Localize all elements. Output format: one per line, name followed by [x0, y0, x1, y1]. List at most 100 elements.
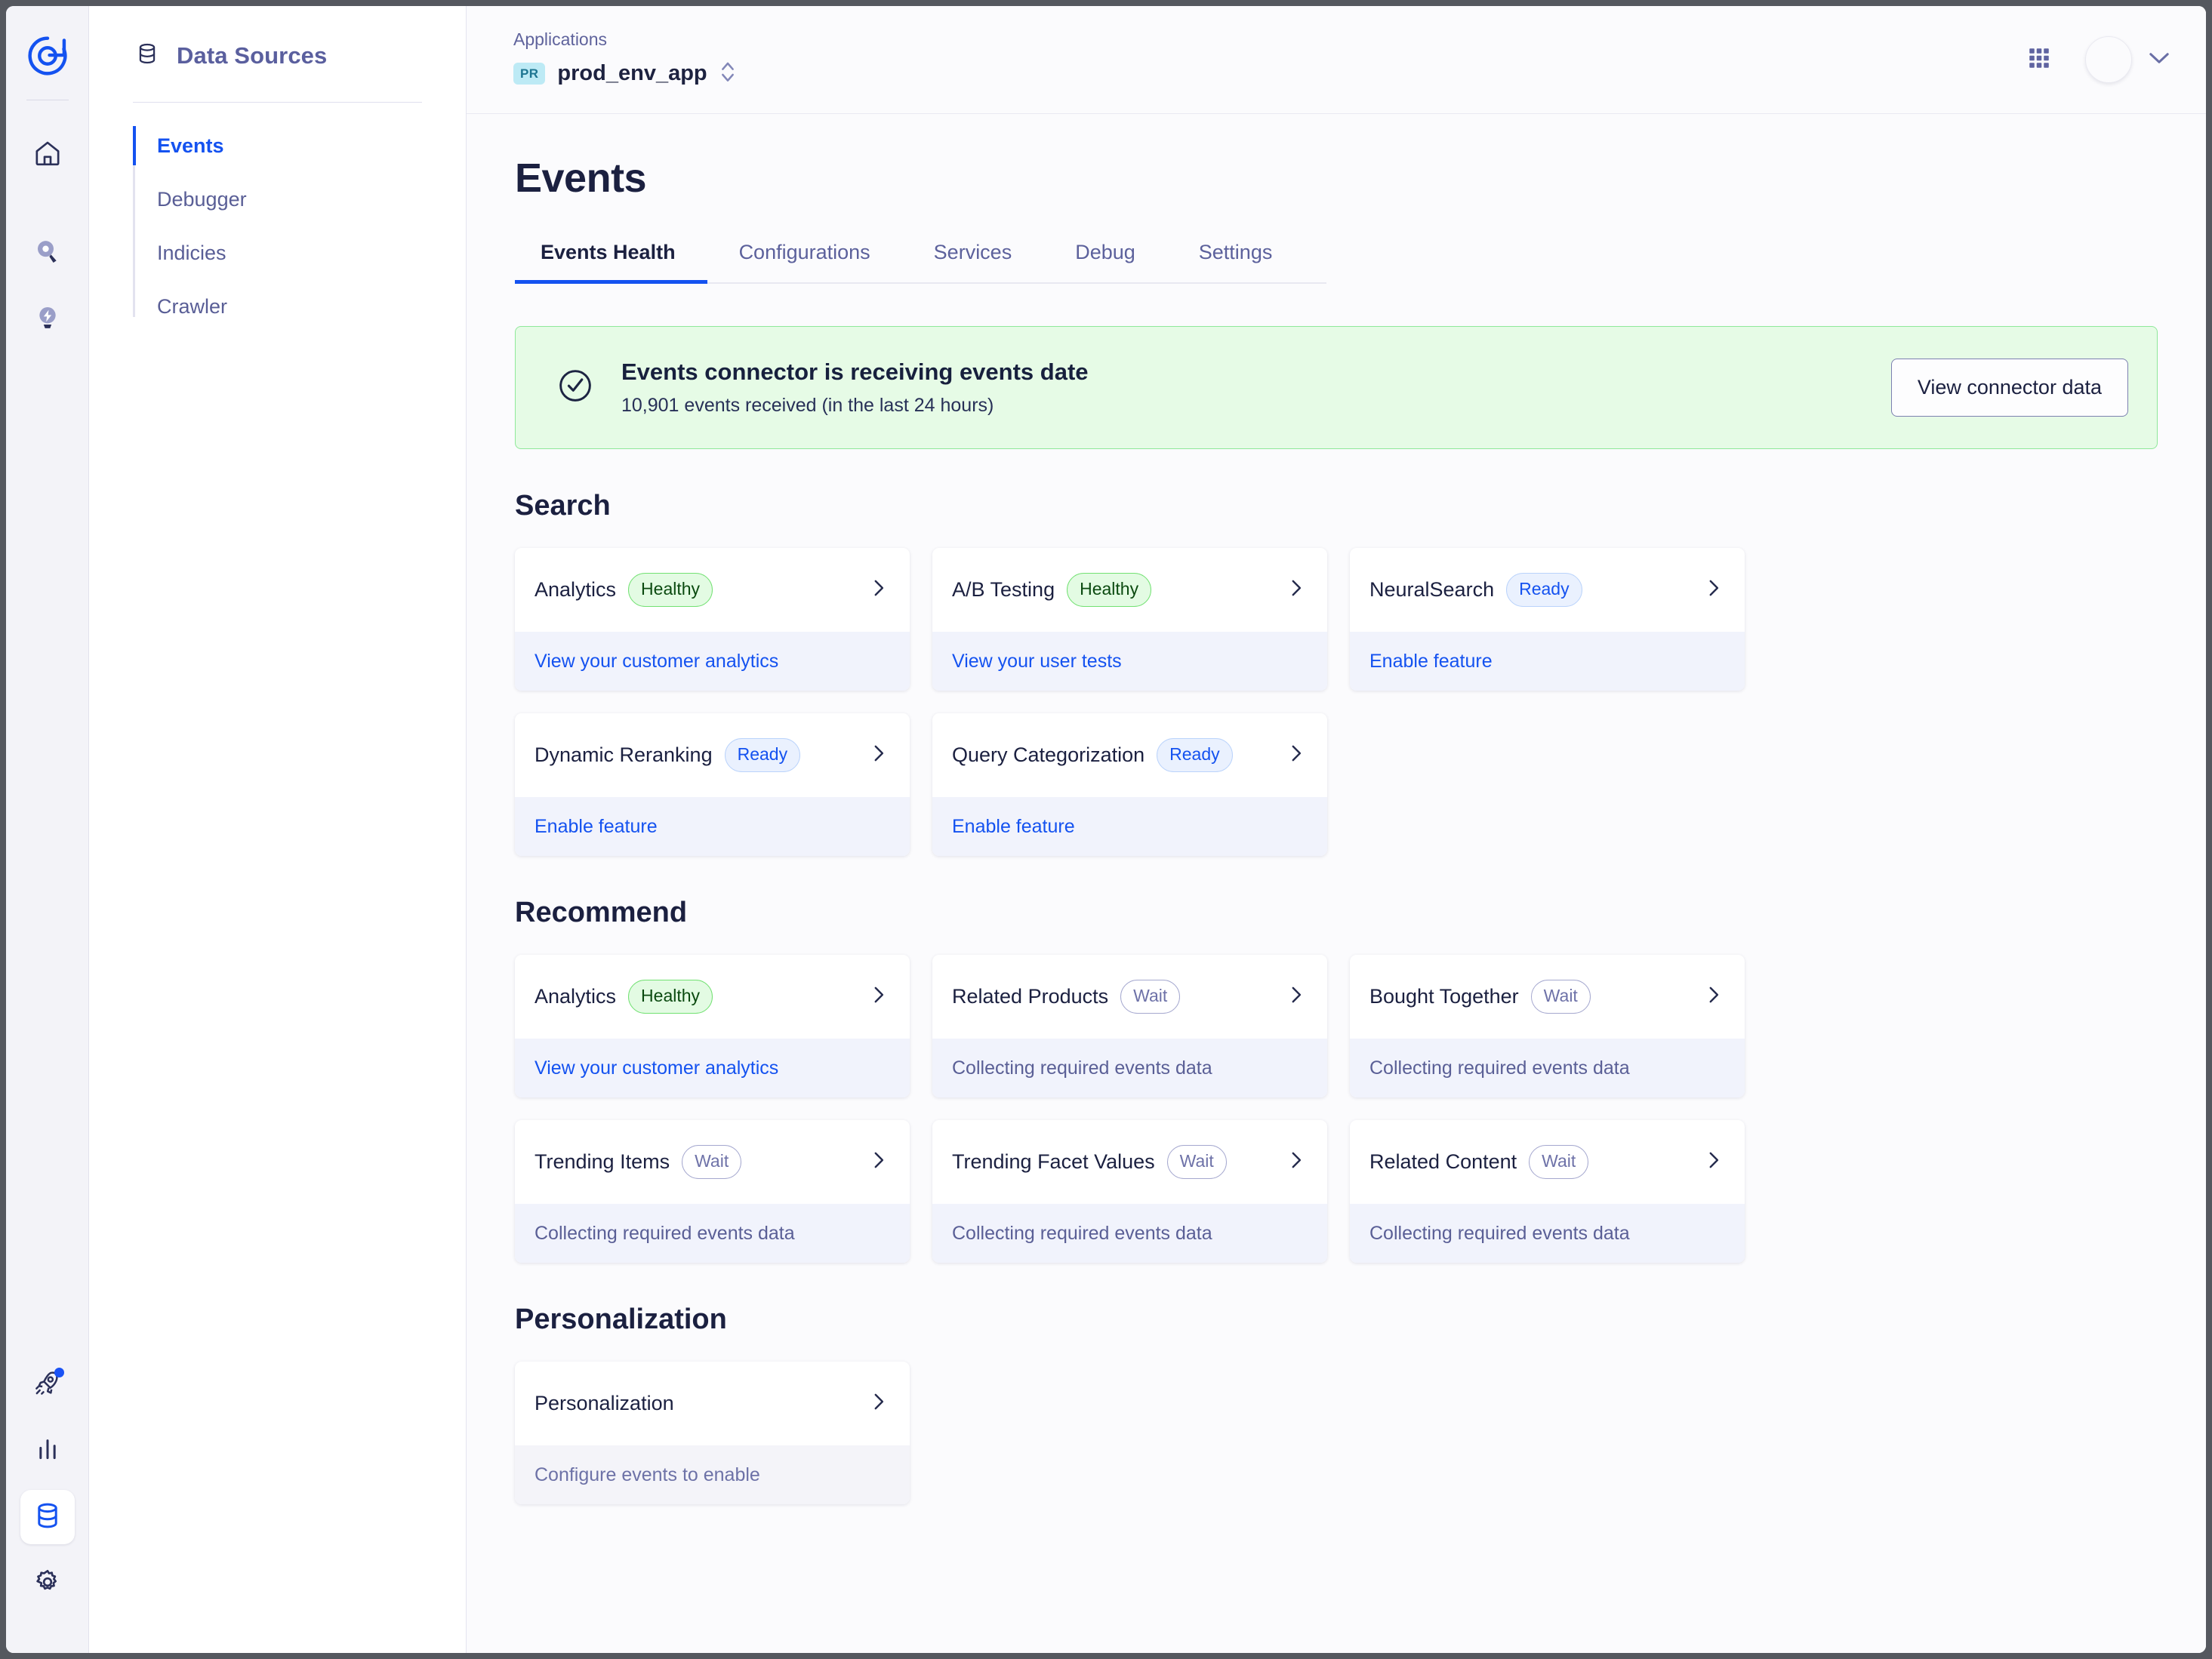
- status-badge: Wait: [1166, 1145, 1227, 1179]
- feature-name: Personalization: [535, 1392, 674, 1414]
- feature-name: Analytics: [535, 578, 617, 601]
- home-icon: [32, 138, 63, 172]
- status-banner: Events connector is receiving events dat…: [515, 326, 2158, 449]
- search-pin-icon: [32, 236, 63, 270]
- feature-name: Trending Facet Values: [952, 1150, 1155, 1173]
- status-badge: Healthy: [628, 980, 713, 1014]
- check-circle-icon: [555, 365, 596, 410]
- status-badge: Wait: [1529, 1145, 1589, 1179]
- sidebar-item-data-sources[interactable]: [20, 1490, 75, 1544]
- feature-card[interactable]: Trending Facet Values Wait Collecting re…: [932, 1120, 1327, 1263]
- nav-title: Data Sources: [177, 42, 328, 69]
- card-footer-link[interactable]: Enable feature: [932, 797, 1327, 856]
- feature-name: Query Categorization: [952, 743, 1145, 766]
- view-connector-data-button[interactable]: View connector data: [1890, 359, 2128, 417]
- status-badge: Ready: [1506, 573, 1582, 607]
- section-title-personalization: Personalization: [515, 1304, 727, 1335]
- tab-services[interactable]: Services: [902, 241, 1044, 282]
- chevron-right-icon[interactable]: [1286, 1150, 1306, 1174]
- main-area: Applications PR prod_env_app Events Even…: [467, 6, 2206, 1653]
- tab-settings[interactable]: Settings: [1167, 241, 1305, 282]
- chevron-up-down-icon[interactable]: [719, 57, 736, 91]
- application-name: prod_env_app: [557, 60, 707, 85]
- tab-bar: Events Health Configurations Services De…: [515, 241, 1326, 284]
- application-selector[interactable]: Applications PR prod_env_app: [513, 29, 736, 91]
- chevron-right-icon[interactable]: [869, 578, 889, 602]
- feature-card[interactable]: Bought Together Wait Collecting required…: [1350, 955, 1745, 1097]
- card-footer-link[interactable]: Enable feature: [1350, 632, 1745, 691]
- nav-list: Events Debugger Indicies Crawler: [89, 126, 466, 317]
- sidebar-item-recommend[interactable]: [20, 292, 75, 346]
- card-grid-personalization: Personalization Configure events to enab…: [515, 1362, 2158, 1504]
- database-icon: [32, 1500, 63, 1535]
- chevron-right-icon[interactable]: [1286, 743, 1306, 767]
- feature-card[interactable]: Related Products Wait Collecting require…: [932, 955, 1327, 1097]
- feature-name: Trending Items: [535, 1150, 670, 1173]
- sidebar-item-launch[interactable]: [20, 1357, 75, 1411]
- chevron-right-icon[interactable]: [1704, 1150, 1724, 1174]
- feature-card[interactable]: Query Categorization Ready Enable featur…: [932, 713, 1327, 856]
- sidebar-item-settings[interactable]: [20, 1556, 75, 1611]
- chevron-right-icon[interactable]: [869, 1150, 889, 1174]
- sidebar-item-analytics[interactable]: [20, 1424, 75, 1478]
- bar-chart-icon: [32, 1434, 63, 1468]
- card-footer-status: Configure events to enable: [515, 1445, 910, 1504]
- tab-events-health[interactable]: Events Health: [515, 241, 707, 284]
- card-grid-recommend: Analytics Healthy View your customer ana…: [515, 955, 2158, 1263]
- card-footer-status: Collecting required events data: [1350, 1204, 1745, 1263]
- chevron-right-icon[interactable]: [1286, 578, 1306, 602]
- feature-name: Related Content: [1369, 1150, 1517, 1173]
- account-menu[interactable]: [2085, 36, 2170, 83]
- lightbulb-icon: [32, 303, 63, 337]
- icon-rail: [6, 6, 89, 1653]
- sidebar-item-crawler[interactable]: Crawler: [133, 297, 466, 317]
- chevron-right-icon[interactable]: [869, 1392, 889, 1415]
- feature-card[interactable]: A/B Testing Healthy View your user tests: [932, 548, 1327, 691]
- feature-name: Related Products: [952, 985, 1109, 1008]
- top-bar: Applications PR prod_env_app: [467, 6, 2206, 114]
- algolia-logo-icon[interactable]: [26, 35, 69, 77]
- sidebar-item-home[interactable]: [20, 128, 75, 182]
- status-badge: Healthy: [1067, 573, 1152, 607]
- tab-configurations[interactable]: Configurations: [707, 241, 902, 282]
- chevron-right-icon[interactable]: [1704, 985, 1724, 1008]
- feature-card[interactable]: Analytics Healthy View your customer ana…: [515, 548, 910, 691]
- card-footer-link[interactable]: View your customer analytics: [515, 632, 910, 691]
- feature-card[interactable]: Personalization Configure events to enab…: [515, 1362, 910, 1504]
- apps-grid-icon[interactable]: [2026, 45, 2052, 75]
- database-icon: [134, 41, 160, 70]
- status-badge: Healthy: [628, 573, 713, 607]
- feature-name: Analytics: [535, 985, 617, 1008]
- card-footer-status: Collecting required events data: [932, 1204, 1327, 1263]
- card-footer-link[interactable]: View your user tests: [932, 632, 1327, 691]
- sidebar-item-events[interactable]: Events: [133, 126, 466, 165]
- sidebar-item-indicies[interactable]: Indicies: [133, 243, 466, 263]
- feature-card[interactable]: Analytics Healthy View your customer ana…: [515, 955, 910, 1097]
- card-footer-status: Collecting required events data: [515, 1204, 910, 1263]
- status-badge: Wait: [1120, 980, 1181, 1014]
- avatar: [2085, 36, 2132, 83]
- page-content: Events Events Health Configurations Serv…: [467, 114, 2206, 1653]
- feature-card[interactable]: Related Content Wait Collecting required…: [1350, 1120, 1745, 1263]
- feature-card[interactable]: Dynamic Reranking Ready Enable feature: [515, 713, 910, 856]
- feature-name: NeuralSearch: [1369, 578, 1495, 601]
- tab-debug[interactable]: Debug: [1043, 241, 1167, 282]
- chevron-right-icon[interactable]: [869, 985, 889, 1008]
- status-badge: Wait: [682, 1145, 742, 1179]
- feature-name: A/B Testing: [952, 578, 1055, 601]
- status-badge: Ready: [1157, 738, 1233, 772]
- notification-dot: [54, 1368, 64, 1377]
- chevron-right-icon[interactable]: [1704, 578, 1724, 602]
- page-title: Events: [515, 155, 647, 201]
- sidebar-item-debugger[interactable]: Debugger: [133, 189, 466, 210]
- feature-card[interactable]: NeuralSearch Ready Enable feature: [1350, 548, 1745, 691]
- banner-title: Events connector is receiving events dat…: [621, 359, 1089, 385]
- sidebar-item-search[interactable]: [20, 226, 75, 280]
- chevron-right-icon[interactable]: [869, 743, 889, 767]
- status-badge: Wait: [1530, 980, 1591, 1014]
- feature-card[interactable]: Trending Items Wait Collecting required …: [515, 1120, 910, 1263]
- section-title-recommend: Recommend: [515, 897, 688, 928]
- card-footer-link[interactable]: Enable feature: [515, 797, 910, 856]
- chevron-right-icon[interactable]: [1286, 985, 1306, 1008]
- card-footer-link[interactable]: View your customer analytics: [515, 1039, 910, 1097]
